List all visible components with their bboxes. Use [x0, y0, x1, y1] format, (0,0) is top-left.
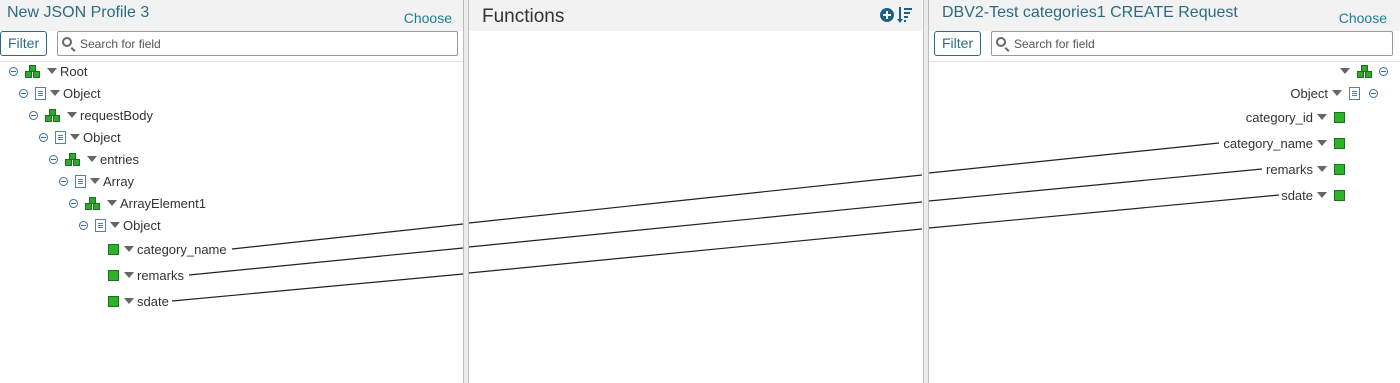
tree-node-object[interactable]: Object — [19, 83, 101, 103]
object-icon — [55, 130, 66, 144]
tree-field-category-name[interactable]: category_name — [1223, 133, 1345, 153]
sort-icon[interactable] — [897, 7, 913, 23]
dropdown-arrow-icon[interactable] — [50, 90, 60, 96]
destination-filter-button[interactable]: Filter — [934, 31, 982, 56]
source-profile-title: New JSON Profile 3 — [7, 4, 150, 21]
array-icon — [75, 174, 86, 188]
group-icon — [25, 64, 40, 78]
field-icon — [108, 295, 119, 307]
collapse-icon[interactable] — [79, 220, 88, 230]
collapse-icon[interactable] — [1379, 66, 1388, 76]
dropdown-arrow-icon[interactable] — [1317, 140, 1327, 146]
dropdown-arrow-icon[interactable] — [124, 272, 134, 278]
dropdown-arrow-icon[interactable] — [1340, 68, 1350, 74]
node-label: ArrayElement1 — [120, 195, 206, 211]
dropdown-arrow-icon[interactable] — [110, 222, 120, 228]
tree-node-object[interactable]: Object — [1290, 83, 1378, 103]
functions-panel: Functions — [469, 0, 922, 383]
tree-field-remarks[interactable]: remarks — [1266, 159, 1345, 179]
dropdown-arrow-icon[interactable] — [1317, 192, 1327, 198]
dropdown-arrow-icon[interactable] — [1317, 166, 1327, 172]
dropdown-arrow-icon[interactable] — [90, 178, 100, 184]
search-icon — [62, 37, 72, 47]
collapse-icon[interactable] — [59, 176, 68, 186]
destination-choose-link[interactable]: Choose — [1339, 10, 1387, 26]
tree-field-sdate[interactable]: sdate — [108, 291, 169, 311]
collapse-icon[interactable] — [9, 66, 18, 76]
field-icon — [1334, 163, 1345, 175]
tree-node-array[interactable]: Array — [59, 171, 134, 191]
collapse-icon[interactable] — [29, 110, 38, 120]
node-label: category_id — [1245, 109, 1313, 125]
node-label: Object — [83, 129, 121, 145]
tree-node-root[interactable] — [1336, 61, 1388, 81]
dropdown-arrow-icon[interactable] — [1332, 90, 1342, 96]
dropdown-arrow-icon[interactable] — [1317, 114, 1327, 120]
node-label: sdate — [1281, 187, 1313, 203]
add-function-icon[interactable] — [880, 8, 894, 22]
node-label: category_name — [1223, 135, 1313, 151]
source-filter-button[interactable]: Filter — [0, 31, 48, 56]
collapse-icon[interactable] — [1369, 88, 1378, 98]
node-label: Object — [63, 85, 101, 101]
dropdown-arrow-icon[interactable] — [47, 68, 57, 74]
tree-node-object[interactable]: Object — [79, 215, 161, 235]
field-icon — [1334, 111, 1345, 123]
object-icon — [1349, 86, 1360, 100]
node-label: category_name — [137, 241, 227, 257]
tree-field-sdate[interactable]: sdate — [1281, 185, 1345, 205]
collapse-icon[interactable] — [49, 154, 58, 164]
dropdown-arrow-icon[interactable] — [70, 134, 80, 140]
field-icon — [1334, 137, 1345, 149]
group-icon — [85, 196, 100, 210]
node-label: remarks — [137, 267, 184, 283]
source-panel-header: New JSON Profile 3 Choose — [0, 0, 463, 31]
node-label: entries — [100, 151, 140, 167]
node-label: remarks — [1266, 161, 1313, 177]
node-label: Object — [1290, 85, 1328, 101]
collapse-icon[interactable] — [19, 88, 28, 98]
tree-field-category-name[interactable]: category_name — [108, 239, 227, 259]
collapse-icon[interactable] — [69, 198, 78, 208]
tree-node-requestbody[interactable]: requestBody — [29, 105, 153, 125]
node-label: Root — [60, 63, 88, 79]
dropdown-arrow-icon[interactable] — [107, 200, 117, 206]
field-icon — [108, 243, 119, 255]
functions-title: Functions — [482, 6, 565, 27]
group-icon — [45, 108, 60, 122]
dropdown-arrow-icon[interactable] — [67, 112, 77, 118]
destination-profile-title: DBV2-Test categories1 CREATE Request — [942, 4, 1238, 21]
node-label: Object — [123, 217, 161, 233]
destination-panel-header: DBV2-Test categories1 CREATE Request Cho… — [929, 0, 1400, 31]
node-label: sdate — [137, 293, 169, 309]
source-search-input[interactable] — [80, 35, 400, 52]
tree-node-root[interactable]: Root — [9, 61, 87, 81]
object-icon — [35, 86, 46, 100]
node-label: requestBody — [80, 107, 153, 123]
destination-search-box[interactable] — [991, 31, 1393, 56]
source-search-box[interactable] — [57, 31, 458, 56]
group-icon — [65, 152, 80, 166]
group-icon — [1357, 64, 1372, 78]
tree-field-category-id[interactable]: category_id — [1246, 107, 1345, 127]
field-icon — [108, 269, 119, 281]
object-icon — [95, 218, 106, 232]
tree-node-entries[interactable]: entries — [49, 149, 139, 169]
dropdown-arrow-icon[interactable] — [124, 298, 134, 304]
tree-node-arrayelement1[interactable]: ArrayElement1 — [69, 193, 206, 213]
tree-node-object[interactable]: Object — [39, 127, 121, 147]
search-icon — [996, 37, 1006, 47]
source-profile-panel: New JSON Profile 3 Choose Filter Root Ob… — [0, 0, 463, 383]
collapse-icon[interactable] — [39, 132, 48, 142]
tree-field-remarks[interactable]: remarks — [108, 265, 184, 285]
node-label: Array — [103, 173, 135, 189]
dropdown-arrow-icon[interactable] — [87, 156, 97, 162]
dropdown-arrow-icon[interactable] — [124, 246, 134, 252]
field-icon — [1334, 189, 1345, 201]
destination-profile-panel: DBV2-Test categories1 CREATE Request Cho… — [929, 0, 1400, 383]
source-choose-link[interactable]: Choose — [404, 10, 452, 26]
destination-search-input[interactable] — [1014, 35, 1334, 52]
functions-panel-header: Functions — [469, 0, 922, 31]
destination-header-divider — [929, 61, 1400, 62]
